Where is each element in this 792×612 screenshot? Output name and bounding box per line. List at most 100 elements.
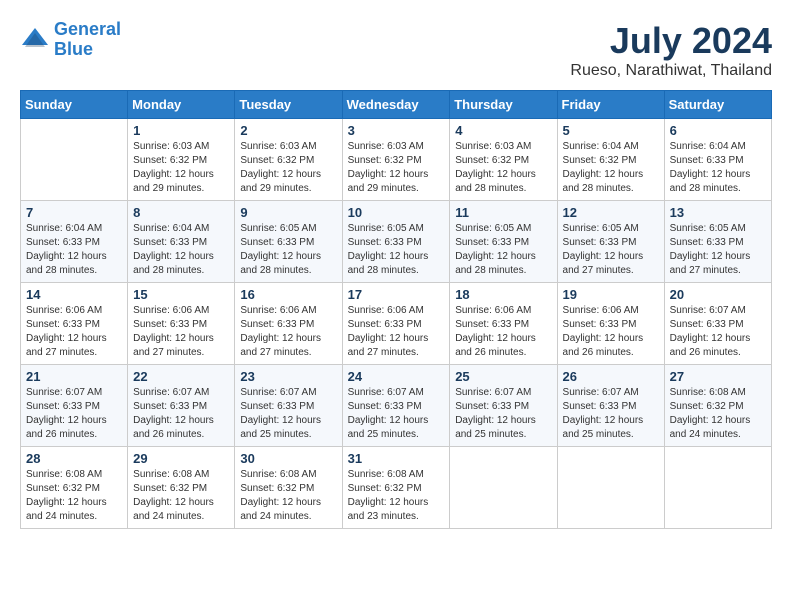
calendar-cell: 6Sunrise: 6:04 AMSunset: 6:33 PMDaylight… bbox=[664, 119, 771, 201]
calendar-table: SundayMondayTuesdayWednesdayThursdayFrid… bbox=[20, 90, 772, 529]
weekday-header-friday: Friday bbox=[557, 91, 664, 119]
day-number: 5 bbox=[563, 123, 659, 138]
title-block: July 2024 Rueso, Narathiwat, Thailand bbox=[570, 20, 772, 80]
day-number: 10 bbox=[348, 205, 445, 220]
calendar-week-row: 21 Sunrise: 6:07 AMSunset: 6:33 PMDayligh… bbox=[21, 365, 772, 447]
day-info: Sunrise: 6:04 AMSunset: 6:32 PMDaylight:… bbox=[563, 140, 659, 196]
weekday-header-tuesday: Tuesday bbox=[235, 91, 342, 119]
day-info: Sunrise: 6:03 AMSunset: 6:32 PMDaylight:… bbox=[133, 140, 229, 196]
day-number: 16 bbox=[240, 287, 336, 302]
day-info: Sunrise: 6:05 AMSunset: 6:33 PMDaylight:… bbox=[455, 222, 551, 278]
calendar-cell: 21 Sunrise: 6:07 AMSunset: 6:33 PMDayligh… bbox=[21, 365, 128, 447]
day-number: 12 bbox=[563, 205, 659, 220]
day-number: 14 bbox=[26, 287, 122, 302]
calendar-cell: 18Sunrise: 6:06 AMSunset: 6:33 PMDayligh… bbox=[450, 283, 557, 365]
day-info: Sunrise: 6:05 AMSunset: 6:33 PMDaylight:… bbox=[348, 222, 445, 278]
day-info: Sunrise: 6:05 AMSunset: 6:33 PMDaylight:… bbox=[563, 222, 659, 278]
calendar-cell: 8 Sunrise: 6:04 AMSunset: 6:33 PMDaylight… bbox=[128, 201, 235, 283]
weekday-header-saturday: Saturday bbox=[664, 91, 771, 119]
day-number: 7 bbox=[26, 205, 122, 220]
day-number: 9 bbox=[240, 205, 336, 220]
weekday-header-thursday: Thursday bbox=[450, 91, 557, 119]
day-info: Sunrise: 6:07 AMSunset: 6:33 PMDaylight:… bbox=[26, 386, 122, 442]
month-title: July 2024 bbox=[570, 20, 772, 62]
day-info: Sunrise: 6:08 AMSunset: 6:32 PMDaylight:… bbox=[670, 386, 766, 442]
logo-icon bbox=[20, 25, 50, 55]
calendar-cell bbox=[21, 119, 128, 201]
day-info: Sunrise: 6:05 AMSunset: 6:33 PMDaylight:… bbox=[240, 222, 336, 278]
day-number: 21 bbox=[26, 369, 122, 384]
logo-line1: General bbox=[54, 19, 121, 39]
calendar-cell: 9 Sunrise: 6:05 AMSunset: 6:33 PMDaylight… bbox=[235, 201, 342, 283]
calendar-cell: 1 Sunrise: 6:03 AMSunset: 6:32 PMDaylight… bbox=[128, 119, 235, 201]
calendar-cell: 3Sunrise: 6:03 AMSunset: 6:32 PMDaylight… bbox=[342, 119, 450, 201]
calendar-cell: 7 Sunrise: 6:04 AMSunset: 6:33 PMDaylight… bbox=[21, 201, 128, 283]
day-number: 28 bbox=[26, 451, 122, 466]
day-number: 6 bbox=[670, 123, 766, 138]
location-title: Rueso, Narathiwat, Thailand bbox=[570, 62, 772, 80]
weekday-header-wednesday: Wednesday bbox=[342, 91, 450, 119]
calendar-cell: 24 Sunrise: 6:07 AMSunset: 6:33 PMDayligh… bbox=[342, 365, 450, 447]
calendar-cell bbox=[664, 447, 771, 529]
day-info: Sunrise: 6:04 AMSunset: 6:33 PMDaylight:… bbox=[133, 222, 229, 278]
day-info: Sunrise: 6:07 AMSunset: 6:33 PMDaylight:… bbox=[455, 386, 551, 442]
day-info: Sunrise: 6:03 AMSunset: 6:32 PMDaylight:… bbox=[240, 140, 336, 196]
day-info: Sunrise: 6:04 AMSunset: 6:33 PMDaylight:… bbox=[26, 222, 122, 278]
calendar-cell: 26 Sunrise: 6:07 AMSunset: 6:33 PMDayligh… bbox=[557, 365, 664, 447]
calendar-cell: 10 Sunrise: 6:05 AMSunset: 6:33 PMDayligh… bbox=[342, 201, 450, 283]
day-info: Sunrise: 6:03 AMSunset: 6:32 PMDaylight:… bbox=[348, 140, 445, 196]
calendar-cell: 2 Sunrise: 6:03 AMSunset: 6:32 PMDaylight… bbox=[235, 119, 342, 201]
calendar-cell: 25Sunrise: 6:07 AMSunset: 6:33 PMDayligh… bbox=[450, 365, 557, 447]
calendar-cell: 19 Sunrise: 6:06 AMSunset: 6:33 PMDayligh… bbox=[557, 283, 664, 365]
calendar-cell bbox=[557, 447, 664, 529]
day-number: 31 bbox=[348, 451, 445, 466]
day-info: Sunrise: 6:05 AMSunset: 6:33 PMDaylight:… bbox=[670, 222, 766, 278]
calendar-cell: 5 Sunrise: 6:04 AMSunset: 6:32 PMDaylight… bbox=[557, 119, 664, 201]
day-info: Sunrise: 6:07 AMSunset: 6:33 PMDaylight:… bbox=[348, 386, 445, 442]
day-number: 2 bbox=[240, 123, 336, 138]
calendar-header-row: SundayMondayTuesdayWednesdayThursdayFrid… bbox=[21, 91, 772, 119]
day-info: Sunrise: 6:08 AMSunset: 6:32 PMDaylight:… bbox=[240, 468, 336, 524]
calendar-week-row: 7 Sunrise: 6:04 AMSunset: 6:33 PMDaylight… bbox=[21, 201, 772, 283]
logo-text: General Blue bbox=[54, 20, 121, 60]
calendar-cell: 4Sunrise: 6:03 AMSunset: 6:32 PMDaylight… bbox=[450, 119, 557, 201]
day-number: 19 bbox=[563, 287, 659, 302]
calendar-cell: 20Sunrise: 6:07 AMSunset: 6:33 PMDayligh… bbox=[664, 283, 771, 365]
calendar-cell: 29 Sunrise: 6:08 AMSunset: 6:32 PMDayligh… bbox=[128, 447, 235, 529]
day-info: Sunrise: 6:03 AMSunset: 6:32 PMDaylight:… bbox=[455, 140, 551, 196]
calendar-cell: 14Sunrise: 6:06 AMSunset: 6:33 PMDayligh… bbox=[21, 283, 128, 365]
calendar-week-row: 28 Sunrise: 6:08 AMSunset: 6:32 PMDayligh… bbox=[21, 447, 772, 529]
day-number: 8 bbox=[133, 205, 229, 220]
calendar-cell bbox=[450, 447, 557, 529]
calendar-cell: 11 Sunrise: 6:05 AMSunset: 6:33 PMDayligh… bbox=[450, 201, 557, 283]
day-number: 11 bbox=[455, 205, 551, 220]
page-header: General Blue July 2024 Rueso, Narathiwat… bbox=[20, 20, 772, 80]
calendar-cell: 22 Sunrise: 6:07 AMSunset: 6:33 PMDayligh… bbox=[128, 365, 235, 447]
day-number: 29 bbox=[133, 451, 229, 466]
day-info: Sunrise: 6:08 AMSunset: 6:32 PMDaylight:… bbox=[348, 468, 445, 524]
day-info: Sunrise: 6:07 AMSunset: 6:33 PMDaylight:… bbox=[670, 304, 766, 360]
day-info: Sunrise: 6:06 AMSunset: 6:33 PMDaylight:… bbox=[563, 304, 659, 360]
day-number: 23 bbox=[240, 369, 336, 384]
calendar-cell: 13Sunrise: 6:05 AMSunset: 6:33 PMDayligh… bbox=[664, 201, 771, 283]
weekday-header-sunday: Sunday bbox=[21, 91, 128, 119]
day-number: 1 bbox=[133, 123, 229, 138]
day-info: Sunrise: 6:06 AMSunset: 6:33 PMDaylight:… bbox=[133, 304, 229, 360]
calendar-week-row: 14 Sunrise: 6:06 AMSunset: 6:33 PMDayligh… bbox=[21, 283, 772, 365]
day-number: 22 bbox=[133, 369, 229, 384]
calendar-cell: 15Sunrise: 6:06 AMSunset: 6:33 PMDayligh… bbox=[128, 283, 235, 365]
calendar-cell: 27 Sunrise: 6:08 AMSunset: 6:32 PMDayligh… bbox=[664, 365, 771, 447]
day-number: 24 bbox=[348, 369, 445, 384]
day-number: 27 bbox=[670, 369, 766, 384]
calendar-cell: 16Sunrise: 6:06 AMSunset: 6:33 PMDayligh… bbox=[235, 283, 342, 365]
day-info: Sunrise: 6:07 AMSunset: 6:33 PMDaylight:… bbox=[563, 386, 659, 442]
calendar-cell: 30Sunrise: 6:08 AMSunset: 6:32 PMDayligh… bbox=[235, 447, 342, 529]
day-number: 17 bbox=[348, 287, 445, 302]
logo: General Blue bbox=[20, 20, 121, 60]
day-info: Sunrise: 6:07 AMSunset: 6:33 PMDaylight:… bbox=[240, 386, 336, 442]
day-number: 26 bbox=[563, 369, 659, 384]
calendar-cell: 17Sunrise: 6:06 AMSunset: 6:33 PMDayligh… bbox=[342, 283, 450, 365]
calendar-cell: 23 Sunrise: 6:07 AMSunset: 6:33 PMDayligh… bbox=[235, 365, 342, 447]
day-info: Sunrise: 6:08 AMSunset: 6:32 PMDaylight:… bbox=[133, 468, 229, 524]
day-info: Sunrise: 6:07 AMSunset: 6:33 PMDaylight:… bbox=[133, 386, 229, 442]
